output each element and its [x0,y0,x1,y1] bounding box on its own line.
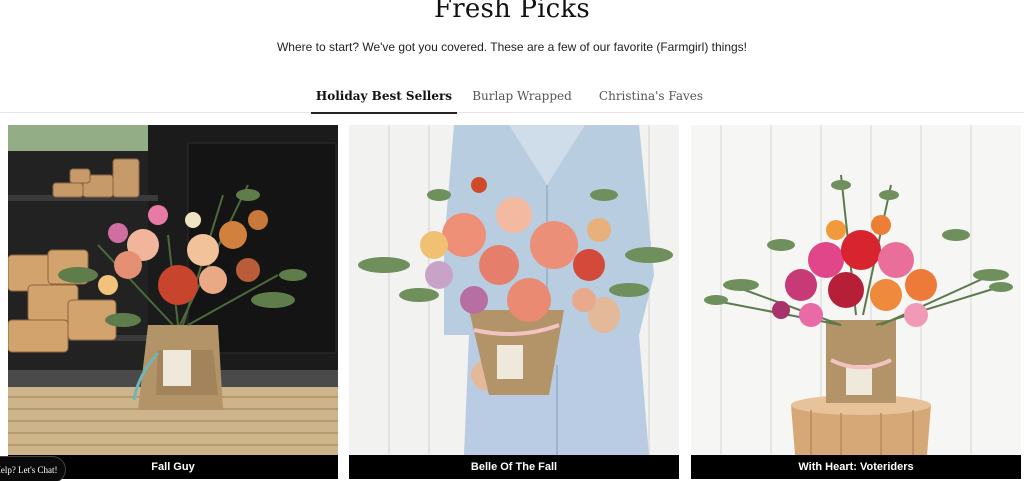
section-title: Fresh Picks [434,0,590,24]
product-image-belle-of-the-fall[interactable] [349,125,679,455]
category-tabs: Holiday Best Sellers Burlap Wrapped Chri… [0,83,1024,114]
product-name-with-heart-voteriders[interactable]: With Heart: Voteriders [691,455,1021,479]
product-card-belle-of-the-fall[interactable]: Belle Of The Fall [349,125,679,479]
product-card-with-heart-voteriders[interactable]: With Heart: Voteriders [691,125,1021,479]
tab-holiday-best-sellers[interactable]: Holiday Best Sellers [311,89,457,114]
product-image-with-heart-voteriders[interactable] [691,125,1021,455]
product-name-belle-of-the-fall[interactable]: Belle Of The Fall [349,455,679,479]
section-subtitle: Where to start? We've got you covered. T… [276,40,748,54]
product-image-fall-guy[interactable] [8,125,338,455]
tab-christinas-faves[interactable]: Christina's Faves [594,89,708,112]
chat-button[interactable]: Help? Let's Chat! [0,456,66,481]
product-card-fall-guy[interactable]: Fall Guy [8,125,338,479]
tab-burlap-wrapped[interactable]: Burlap Wrapped [467,89,577,112]
